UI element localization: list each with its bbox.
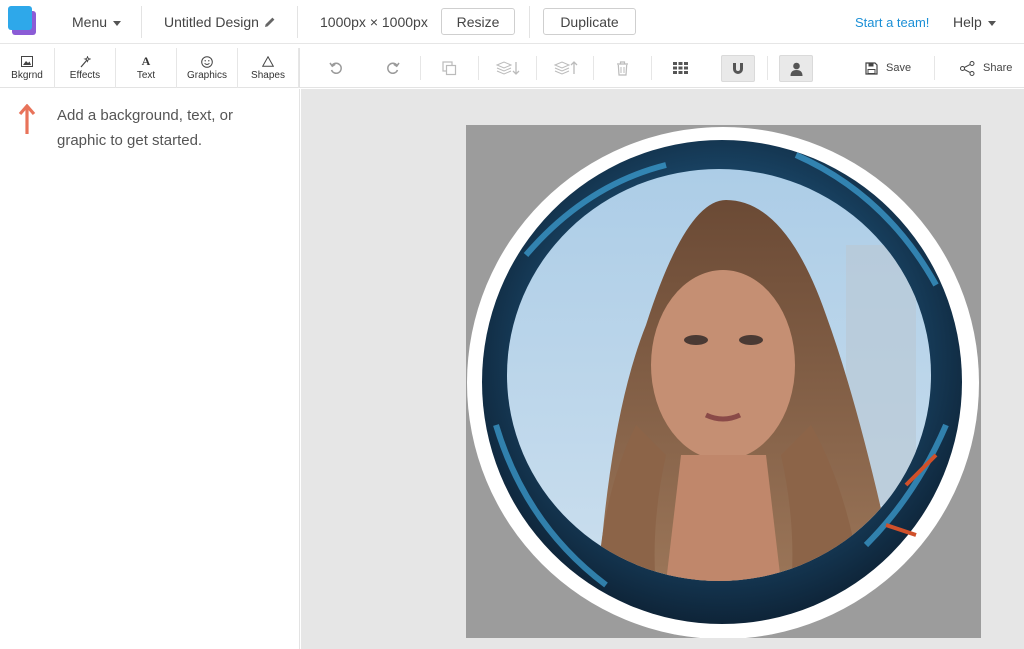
save-button[interactable]: Save xyxy=(865,48,911,88)
share-icon xyxy=(960,60,975,76)
help-label: Help xyxy=(953,14,982,30)
divider xyxy=(141,6,142,38)
help-menu[interactable]: Help xyxy=(953,0,996,44)
save-label: Save xyxy=(886,62,912,74)
design-image[interactable] xyxy=(466,125,981,638)
divider xyxy=(934,56,935,80)
trash-icon[interactable] xyxy=(606,48,638,88)
divider xyxy=(651,56,652,80)
tab-text[interactable]: A Text xyxy=(116,48,177,88)
tab-background[interactable]: Bkgrnd xyxy=(0,48,55,88)
tab-label: Graphics xyxy=(186,70,227,81)
smiley-icon xyxy=(201,55,213,68)
tab-label: Bkgrnd xyxy=(11,70,43,81)
text-a-icon: A xyxy=(141,54,151,68)
magic-wand-icon xyxy=(79,55,91,68)
triangle-icon xyxy=(262,55,274,68)
editor-toolbar: Bkgrnd Effects A Text Graphics Shapes Sa… xyxy=(0,48,1024,88)
divider xyxy=(420,56,421,80)
app-logo[interactable] xyxy=(6,5,38,35)
chevron-down-icon xyxy=(987,20,996,26)
divider xyxy=(767,56,768,80)
undo-icon[interactable] xyxy=(320,48,352,88)
design-title-text: Untitled Design xyxy=(164,14,259,30)
tab-label: Shapes xyxy=(251,70,285,81)
pencil-icon xyxy=(264,17,275,27)
tab-label: Effects xyxy=(69,70,101,81)
arrow-up-icon xyxy=(18,104,36,134)
grid-icon[interactable] xyxy=(664,48,696,88)
divider xyxy=(593,56,594,80)
resize-button[interactable]: Resize xyxy=(441,8,515,35)
bring-forward-icon[interactable] xyxy=(549,48,583,88)
left-panel xyxy=(0,89,300,649)
canvas-dimensions: 1000px × 1000px xyxy=(320,14,428,30)
duplicate-button[interactable]: Duplicate xyxy=(543,8,636,35)
tab-shapes[interactable]: Shapes xyxy=(238,48,299,88)
person-icon[interactable] xyxy=(779,55,813,82)
magnet-icon[interactable] xyxy=(721,55,755,82)
share-button[interactable]: Share xyxy=(960,48,1012,88)
getting-started-hint: Add a background, text, or graphic to ge… xyxy=(57,107,233,149)
copy-icon[interactable] xyxy=(433,48,465,88)
tab-graphics[interactable]: Graphics xyxy=(177,48,238,88)
design-title[interactable]: Untitled Design xyxy=(164,0,276,44)
menu-button[interactable]: Menu xyxy=(72,0,122,44)
share-label: Share xyxy=(983,62,1013,74)
divider xyxy=(478,56,479,80)
tab-effects[interactable]: Effects xyxy=(55,48,116,88)
start-team-link[interactable]: Start a team! xyxy=(855,0,929,44)
tab-label: Text xyxy=(136,70,156,81)
menu-label: Menu xyxy=(72,14,108,30)
send-backward-icon[interactable] xyxy=(491,48,525,88)
left-panel-tabs: Bkgrnd Effects A Text Graphics Shapes xyxy=(0,48,300,88)
chevron-down-icon xyxy=(113,20,122,26)
top-bar: Menu Untitled Design 1000px × 1000px Res… xyxy=(0,0,1024,44)
floppy-disk-icon xyxy=(865,61,878,75)
redo-icon[interactable] xyxy=(377,48,409,88)
divider xyxy=(529,6,530,38)
design-artboard[interactable] xyxy=(466,125,981,638)
image-icon xyxy=(21,55,33,68)
divider xyxy=(536,56,537,80)
divider xyxy=(297,6,298,38)
